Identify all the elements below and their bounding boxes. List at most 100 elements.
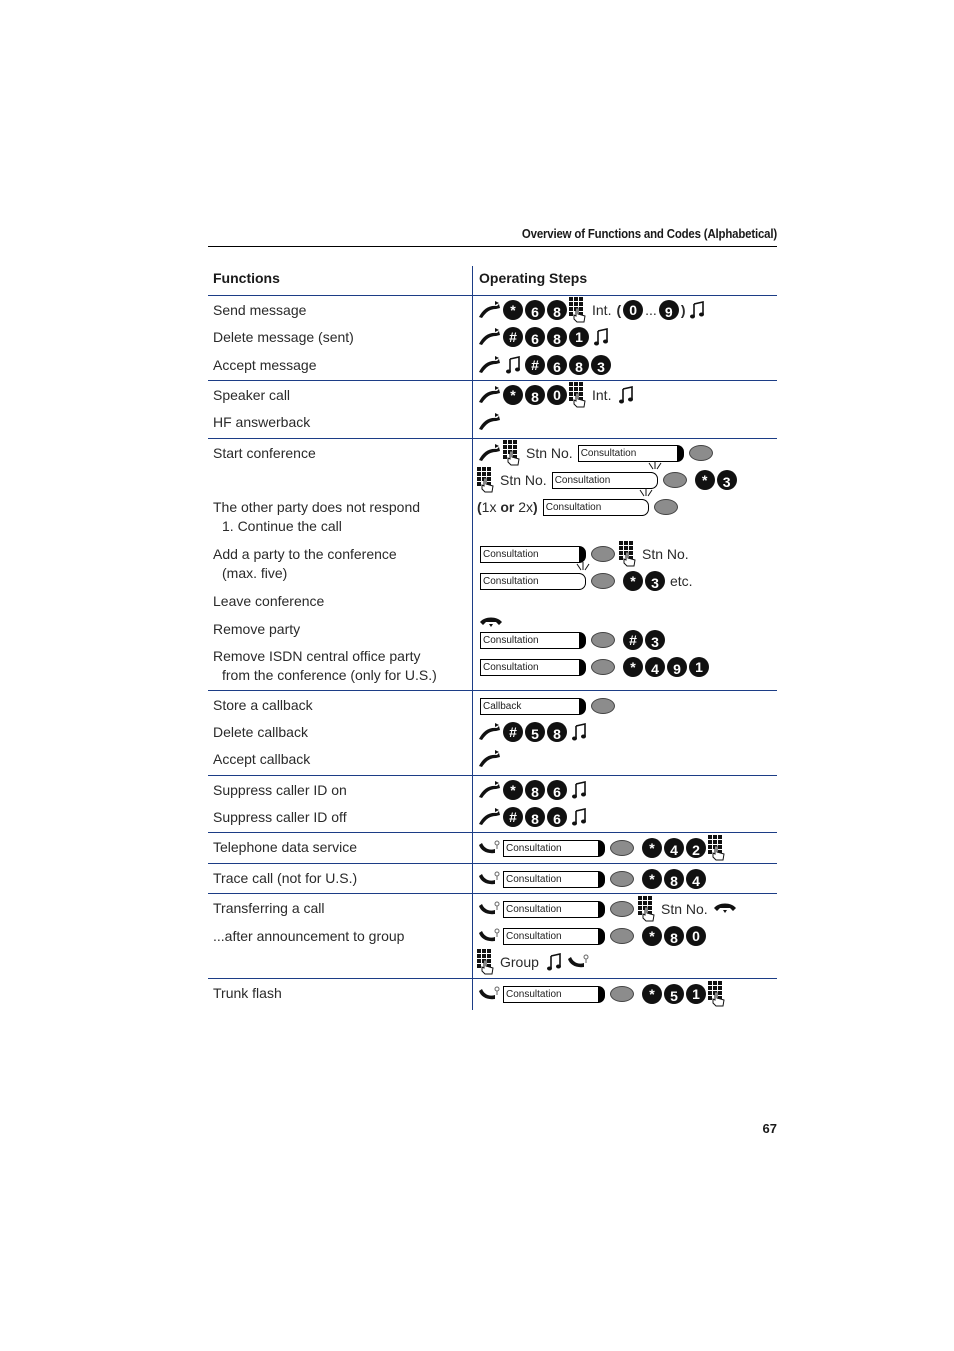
function-label: The other party does not respond 1. Cont… (213, 499, 421, 534)
page-header-title: Overview of Functions and Codes (Alphabe… (521, 226, 777, 241)
key-5: 5 (525, 722, 545, 742)
handset-off-hook-icon (477, 900, 501, 918)
consultation-key-led[interactable] (610, 986, 634, 1002)
group-trunk-flash: Trunk flash Consultation * 5 1 (208, 979, 777, 1009)
function-label: HF answerback (213, 414, 311, 430)
operating-steps: * 8 0 Int. (477, 384, 636, 406)
key-hash: # (525, 355, 545, 375)
handset-off-hook-icon (566, 953, 590, 971)
stn-no-label: Stn No. (500, 472, 547, 488)
function-label: ...after announcement to group (213, 928, 405, 944)
function-label: Send message (213, 302, 307, 318)
consultation-display: Consultation (503, 870, 605, 888)
keypad-icon (569, 297, 587, 323)
key-6: 6 (547, 355, 567, 375)
consultation-key-led[interactable] (610, 901, 634, 917)
key-3: 3 (591, 355, 611, 375)
consultation-key-led[interactable] (688, 445, 713, 461)
confirmation-tone-icon (547, 953, 561, 971)
key-5: 5 (664, 984, 684, 1004)
confirmation-tone-icon (594, 328, 608, 346)
operating-steps: Stn No. Consultation * 3 (477, 469, 737, 491)
handset-off-hook-icon (477, 839, 501, 857)
function-label: Add a party to the conference (max. five… (213, 546, 397, 581)
operating-steps: Consultation * 8 0 (477, 925, 706, 947)
operating-steps (477, 411, 501, 433)
key-3: 3 (645, 571, 665, 591)
group-callback: Store a callback Callback Delete callbac… (208, 691, 777, 776)
function-label: Telephone data service (213, 839, 357, 855)
lift-handset-icon (477, 750, 501, 768)
operating-steps: Consultation # 3 (480, 629, 665, 651)
keypad-icon (638, 896, 656, 922)
function-label: Trunk flash (213, 985, 282, 1001)
lift-handset-icon (477, 328, 501, 346)
consultation-key-led[interactable] (610, 840, 634, 856)
key-8: 8 (525, 385, 545, 405)
key-9: 9 (667, 657, 687, 677)
group-data-service: Telephone data service Consultation * 4 … (208, 833, 777, 864)
ellipsis: ... (645, 302, 657, 318)
key-star: * (623, 657, 643, 677)
consultation-key-led[interactable] (591, 632, 615, 648)
hang-up-icon (479, 616, 503, 630)
key-star: * (642, 869, 662, 889)
consultation-display: Consultation (503, 985, 605, 1003)
header-functions: Functions (213, 270, 280, 286)
function-label: Remove party (213, 621, 301, 637)
key-8: 8 (547, 327, 567, 347)
operating-steps: Consultation * 5 1 (477, 983, 726, 1005)
lift-handset-icon (477, 386, 501, 404)
function-label: Accept callback (213, 751, 311, 767)
keypad-icon (708, 835, 726, 861)
consultation-key-led[interactable] (610, 871, 634, 887)
blink-rays-icon (647, 461, 663, 471)
function-label: Store a callback (213, 697, 313, 713)
consultation-key-led[interactable] (591, 659, 615, 675)
keypad-icon (477, 467, 495, 493)
key-star: * (503, 385, 523, 405)
key-hash: # (503, 807, 523, 827)
key-6: 6 (547, 807, 567, 827)
key-star: * (503, 780, 523, 800)
function-label: Start conference (213, 445, 316, 461)
consultation-display: Consultation (577, 444, 684, 462)
blink-rays-icon (575, 562, 591, 572)
key-9: 9 (658, 300, 679, 320)
key-1: 1 (686, 984, 706, 1004)
consultation-key-led[interactable] (610, 928, 634, 944)
confirmation-tone-icon (619, 386, 633, 404)
functions-table: Functions Operating Steps Send message *… (208, 266, 777, 1010)
key-8: 8 (547, 722, 567, 742)
group-conference: Start conference Stn No. Consultation St… (208, 439, 777, 691)
paren-close: ) (680, 302, 686, 318)
page-number: 67 (762, 1121, 777, 1136)
confirmation-tone-icon (572, 808, 586, 826)
operating-steps: * 8 6 (477, 779, 589, 801)
operating-steps: (1x or 2x) Consultation (477, 496, 680, 518)
key-8: 8 (547, 300, 567, 320)
stn-no-label: Stn No. (661, 901, 708, 917)
callback-key-led[interactable] (591, 698, 615, 714)
consultation-key-led[interactable] (653, 499, 678, 515)
function-label: Trace call (not for U.S.) (213, 870, 358, 886)
consultation-key-led[interactable] (591, 573, 615, 589)
consultation-key-led[interactable] (591, 546, 615, 562)
group-label: Group (500, 954, 539, 970)
consultation-display-blinking: Consultation (551, 472, 652, 489)
header-operating-steps: Operating Steps (479, 270, 588, 286)
key-8: 8 (664, 926, 684, 946)
operating-steps: Consultation * 4 2 (477, 837, 726, 859)
consultation-key-led[interactable] (662, 472, 687, 488)
keypad-icon (619, 541, 637, 567)
key-hash: # (503, 327, 523, 347)
key-hash: # (623, 630, 643, 650)
operating-steps: Consultation * 3 etc. (480, 570, 696, 592)
operating-steps (477, 748, 501, 770)
function-label: Suppress caller ID on (213, 782, 347, 798)
keypad-icon (503, 440, 521, 466)
group-transfer: Transferring a call Consultation Stn No.… (208, 894, 777, 979)
callback-display: Callback (480, 697, 586, 715)
operating-steps: # 6 8 3 (477, 354, 611, 376)
stn-no-label: Stn No. (526, 445, 573, 461)
